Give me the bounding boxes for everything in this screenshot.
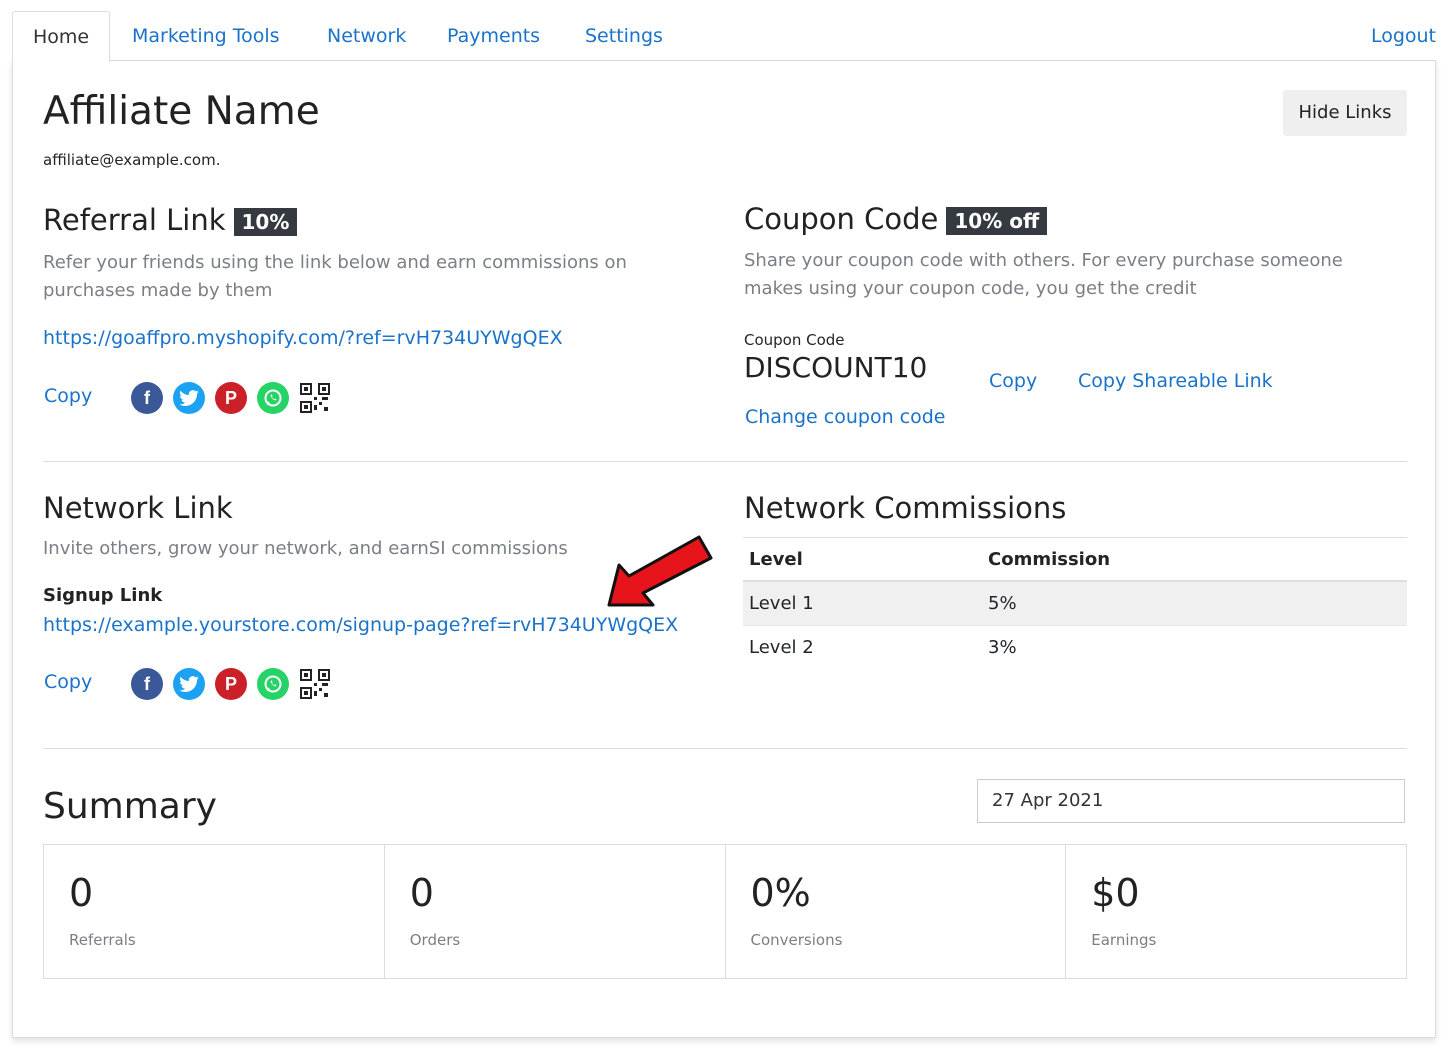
hide-links-button[interactable]: Hide Links — [1283, 90, 1407, 136]
section-divider — [43, 461, 1407, 462]
coupon-code-label: Coupon Code — [744, 331, 845, 349]
tab-marketing-tools[interactable]: Marketing Tools — [132, 11, 280, 60]
table-row: Level 1 5% — [743, 581, 1407, 626]
summary-title: Summary — [43, 786, 217, 827]
column-header-level: Level — [743, 537, 982, 582]
copy-shareable-link-button[interactable]: Copy Shareable Link — [1078, 370, 1273, 392]
section-divider — [43, 748, 1407, 749]
signup-url-link[interactable]: https://example.yourstore.com/signup-pag… — [43, 614, 678, 636]
whatsapp-icon[interactable] — [257, 668, 289, 700]
level-cell: Level 1 — [743, 581, 982, 626]
tab-settings[interactable]: Settings — [585, 11, 663, 60]
coupon-code-value: DISCOUNT10 — [744, 351, 928, 384]
logout-link[interactable]: Logout — [1371, 11, 1436, 60]
referral-url-link[interactable]: https://goaffpro.myshopify.com/?ref=rvH7… — [43, 327, 563, 349]
stat-label: Earnings — [1091, 931, 1157, 949]
signup-link-label: Signup Link — [43, 585, 163, 606]
twitter-icon[interactable] — [173, 668, 205, 700]
tab-network[interactable]: Network — [327, 11, 406, 60]
network-commissions-table: Level Commission Level 1 5% Level 2 3% — [743, 537, 1407, 669]
table-header-row: Level Commission — [743, 537, 1407, 582]
referral-description: Refer your friends using the link below … — [43, 252, 627, 301]
coupon-copy-button[interactable]: Copy — [989, 370, 1037, 392]
column-header-commission: Commission — [982, 537, 1407, 582]
stat-referrals: 0 Referrals — [44, 845, 385, 978]
network-link-title: Network Link — [43, 491, 233, 525]
stat-label: Referrals — [69, 931, 136, 949]
dashboard-card: Affiliate Name affiliate@example.com. Hi… — [12, 60, 1436, 1038]
stat-value: 0% — [750, 871, 811, 915]
change-coupon-code-link[interactable]: Change coupon code — [745, 406, 945, 428]
stat-earnings: $0 Earnings — [1066, 845, 1406, 978]
pinterest-icon[interactable]: P — [215, 382, 247, 414]
stat-conversions: 0% Conversions — [726, 845, 1067, 978]
summary-stats: 0 Referrals 0 Orders 0% Conversions $0 E… — [43, 844, 1407, 979]
affiliate-name: Affiliate Name — [43, 89, 320, 134]
twitter-icon[interactable] — [173, 382, 205, 414]
stat-value: 0 — [69, 871, 94, 915]
referral-link-heading: Referral Link 10% — [43, 203, 298, 237]
stat-label: Conversions — [750, 931, 843, 949]
facebook-icon[interactable]: f — [131, 382, 163, 414]
network-commissions-title: Network Commissions — [744, 491, 1067, 525]
coupon-code-heading: Coupon Code 10% off — [744, 202, 1048, 236]
coupon-badge: 10% off — [946, 207, 1048, 235]
affiliate-email: affiliate@example.com. — [43, 151, 221, 169]
tab-payments[interactable]: Payments — [447, 11, 540, 60]
whatsapp-icon[interactable] — [257, 382, 289, 414]
commission-cell: 5% — [982, 581, 1407, 626]
qr-code-icon[interactable] — [299, 382, 331, 414]
network-description: Invite others, grow your network, and ea… — [43, 538, 568, 559]
top-nav: Home Marketing Tools Network Payments Se… — [12, 11, 1436, 62]
stat-value: 0 — [409, 871, 434, 915]
summary-date-input[interactable]: 27 Apr 2021 — [977, 779, 1405, 823]
qr-code-icon[interactable] — [299, 668, 331, 700]
stat-orders: 0 Orders — [385, 845, 726, 978]
referral-share-icons: f P — [131, 382, 331, 414]
network-copy-button[interactable]: Copy — [44, 671, 92, 693]
annotation-arrow-icon — [607, 535, 713, 607]
pinterest-icon[interactable]: P — [215, 668, 247, 700]
referral-badge: 10% — [233, 208, 298, 236]
tab-home[interactable]: Home — [12, 11, 111, 62]
coupon-code-title: Coupon Code — [744, 202, 939, 236]
coupon-description: Share your coupon code with others. For … — [744, 250, 1343, 299]
table-row: Level 2 3% — [743, 626, 1407, 670]
network-share-icons: f P — [131, 668, 331, 700]
referral-link-title: Referral Link — [43, 203, 226, 237]
commission-cell: 3% — [988, 637, 1017, 658]
referral-copy-button[interactable]: Copy — [44, 385, 92, 407]
facebook-icon[interactable]: f — [131, 668, 163, 700]
stat-value: $0 — [1091, 871, 1140, 915]
level-cell: Level 2 — [749, 637, 814, 658]
stat-label: Orders — [409, 931, 461, 949]
